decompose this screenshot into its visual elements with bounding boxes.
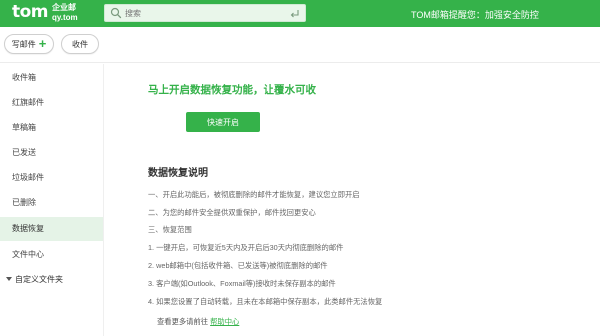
explanation-line: 一、开启此功能后，被彻底删除的邮件才能恢复，建议您立即开启 [148,190,360,199]
action-toolbar: 写邮件 + 收件 [0,27,600,63]
sidebar-item-inbox[interactable]: 收件箱 [0,66,103,90]
explanation-line: 2. web邮箱中(包括收件箱、已发送等)被彻底删除的邮件 [148,261,328,270]
collapse-triangle-icon [6,277,12,281]
plus-icon: + [38,36,47,51]
sidebar-divider [103,64,104,336]
help-center-link[interactable]: 帮助中心 [210,317,239,326]
sidebar-item-sent[interactable]: 已发送 [0,141,103,165]
sidebar-custom-folders[interactable]: 自定义文件夹 [0,268,103,292]
custom-folders-label: 自定义文件夹 [15,275,63,284]
search-icon [110,7,122,19]
logo-domain-text: qy.tom [52,13,78,22]
explanation-line: 二、为您的邮件安全提供双重保护，邮件找回更安心 [148,208,316,217]
sidebar-item-deleted[interactable]: 已删除 [0,191,103,215]
search-box[interactable] [104,4,306,22]
notice-prefix: TOM邮箱提醒您： [411,10,485,20]
explanation-line: 三、恢复范围 [148,225,192,234]
sidebar-item-data-recovery[interactable]: 数据恢复 [0,217,103,241]
search-input[interactable] [125,8,285,18]
notice-link[interactable]: 加强安全防控 [485,10,539,20]
sidebar-item-spam[interactable]: 垃圾邮件 [0,166,103,190]
promo-title: 马上开启数据恢复功能，让覆水可收 [148,84,316,96]
explanation-line: 4. 如果您设置了自动转载，且未在本邮箱中保存副本，此类邮件无法恢复 [148,297,383,306]
logo-cn-text: 企业邮 [52,3,77,12]
help-note: 查看更多请前往 帮助中心 [157,317,239,327]
sidebar-item-flagged[interactable]: 红旗邮件 [0,91,103,115]
logo-subtext: 企业邮 qy.tom [52,3,78,22]
explanation-line: 1. 一键开启，可恢复近5天内及开启后30天内彻底删除的邮件 [148,243,344,252]
compose-label: 写邮件 [11,39,36,49]
sidebar-item-drafts[interactable]: 草稿箱 [0,116,103,140]
security-notice: TOM邮箱提醒您：加强安全防控 [411,8,539,21]
quick-enable-button[interactable]: 快速开启 [186,112,260,132]
help-note-prefix: 查看更多请前往 [157,317,209,326]
tom-logo[interactable]: tom 企业邮 qy.tom [12,3,78,22]
receive-label: 收件 [72,39,88,49]
compose-button[interactable]: 写邮件 + [4,34,54,54]
top-bar: tom 企业邮 qy.tom TOM邮箱提醒您：加强安全防控 [0,0,600,27]
enter-icon[interactable] [289,8,300,19]
sidebar-item-file-center[interactable]: 文件中心 [0,243,103,267]
explanation-line: 3. 客户端(如Outlook、Foxmail等)接收时未保存副本的邮件 [148,279,336,288]
explanation-heading: 数据恢复说明 [148,168,208,179]
sidebar: 收件箱 红旗邮件 草稿箱 已发送 垃圾邮件 已删除 数据恢复 文件中心 自定义文… [0,64,103,336]
logo-wordmark: tom [12,2,49,22]
receive-button[interactable]: 收件 [61,34,99,54]
